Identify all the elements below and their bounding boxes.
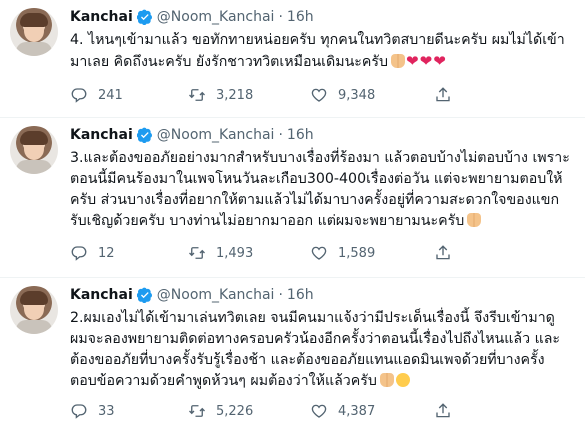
- reply-button[interactable]: 12: [70, 244, 115, 262]
- reply-button[interactable]: 241: [70, 86, 123, 104]
- reply-icon: [71, 246, 87, 261]
- retweet-icon: [189, 247, 205, 259]
- reply-button[interactable]: 33: [70, 402, 115, 420]
- tweet-text: 2.ผมเองไม่ได้เข้ามาเล่นทวิตเลย จนมีคนมาแ…: [70, 308, 570, 392]
- retweet-button[interactable]: 5,226: [188, 402, 253, 420]
- crying-face-emoji: [395, 373, 410, 387]
- retweet-icon: [189, 405, 205, 417]
- retweet-button[interactable]: 3,218: [188, 86, 253, 104]
- reply-count: 241: [98, 87, 123, 103]
- tweet-actions: 33 5,226 4,387: [70, 402, 490, 420]
- tweet-header: Kanchai @Noom_Kanchai · 16h: [70, 126, 314, 144]
- reply-count: 12: [98, 245, 115, 261]
- like-button[interactable]: 9,348: [310, 86, 375, 104]
- verified-badge-icon: [136, 127, 152, 143]
- tweet-text: 4. ไหนๆเข้ามาแล้ว ขอทักทายหน่อยครับ ทุกค…: [70, 30, 570, 73]
- like-button[interactable]: 1,589: [310, 244, 375, 262]
- display-name[interactable]: Kanchai: [70, 287, 133, 303]
- share-button[interactable]: [434, 86, 452, 104]
- red-heart-emoji: ❤: [433, 52, 446, 70]
- separator: ·: [278, 287, 283, 303]
- like-icon: [311, 404, 327, 418]
- folded-hands-emoji: [467, 213, 482, 227]
- verified-badge-icon: [136, 287, 152, 303]
- retweet-count: 3,218: [216, 87, 254, 103]
- tweet-text-content: 2.ผมเองไม่ได้เข้ามาเล่นทวิตเลย จนมีคนมาแ…: [70, 310, 561, 389]
- timestamp[interactable]: 16h: [287, 127, 314, 143]
- red-heart-emoji: ❤: [419, 52, 433, 70]
- like-count: 1,589: [338, 245, 376, 261]
- folded-hands-emoji: [391, 54, 406, 68]
- like-button[interactable]: 4,387: [310, 402, 375, 420]
- separator: ·: [278, 9, 283, 25]
- reply-icon: [71, 404, 87, 419]
- avatar[interactable]: [10, 8, 58, 56]
- share-icon: [436, 403, 450, 418]
- tweet-header: Kanchai @Noom_Kanchai · 16h: [70, 286, 314, 304]
- like-icon: [311, 88, 327, 102]
- reply-icon: [71, 88, 87, 103]
- handle[interactable]: @Noom_Kanchai: [157, 127, 275, 143]
- handle[interactable]: @Noom_Kanchai: [157, 9, 275, 25]
- verified-badge-icon: [136, 9, 152, 25]
- share-icon: [436, 245, 450, 260]
- tweet-3[interactable]: Kanchai @Noom_Kanchai · 16h 2.ผมเองไม่ได…: [0, 278, 585, 424]
- tweet-text: 3.และต้องขออภัยอย่างมากสำหรับบางเรื่องที…: [70, 148, 570, 232]
- display-name[interactable]: Kanchai: [70, 127, 133, 143]
- share-icon: [436, 87, 450, 102]
- display-name[interactable]: Kanchai: [70, 9, 133, 25]
- tweet-actions: 241 3,218 9,348: [70, 86, 490, 104]
- share-button[interactable]: [434, 244, 452, 262]
- retweet-button[interactable]: 1,493: [188, 244, 253, 262]
- retweet-icon: [189, 89, 205, 101]
- handle[interactable]: @Noom_Kanchai: [157, 287, 275, 303]
- avatar[interactable]: [10, 126, 58, 174]
- red-heart-emoji: ❤: [406, 52, 419, 70]
- like-count: 9,348: [338, 87, 376, 103]
- tweet-1[interactable]: Kanchai @Noom_Kanchai · 16h 4. ไหนๆเข้าม…: [0, 0, 585, 118]
- separator: ·: [278, 127, 283, 143]
- share-button[interactable]: [434, 402, 452, 420]
- tweet-text-content: 4. ไหนๆเข้ามาแล้ว ขอทักทายหน่อยครับ ทุกค…: [70, 32, 565, 70]
- like-icon: [311, 246, 327, 260]
- tweet-header: Kanchai @Noom_Kanchai · 16h: [70, 8, 314, 26]
- tweet-text-content: 3.และต้องขออภัยอย่างมากสำหรับบางเรื่องที…: [70, 150, 570, 229]
- timestamp[interactable]: 16h: [287, 287, 314, 303]
- like-count: 4,387: [338, 403, 376, 419]
- retweet-count: 1,493: [216, 245, 254, 261]
- avatar[interactable]: [10, 286, 58, 334]
- timestamp[interactable]: 16h: [287, 9, 314, 25]
- retweet-count: 5,226: [216, 403, 254, 419]
- reply-count: 33: [98, 403, 115, 419]
- tweet-actions: 12 1,493 1,589: [70, 244, 490, 262]
- tweet-2[interactable]: Kanchai @Noom_Kanchai · 16h 3.และต้องขออ…: [0, 118, 585, 278]
- folded-hands-emoji: [379, 373, 394, 387]
